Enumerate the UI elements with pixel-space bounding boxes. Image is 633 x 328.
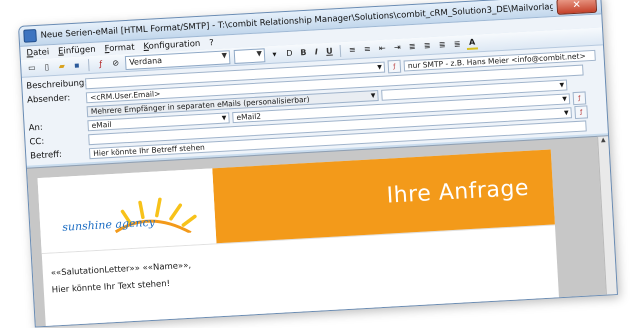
- menu-datei-rest: atei: [32, 46, 50, 58]
- scroll-up-icon[interactable]: ▲: [598, 136, 609, 147]
- menu-datei[interactable]: Datei: [26, 47, 49, 58]
- font-name-value: Verdana: [128, 56, 163, 67]
- indent-icon[interactable]: ⇥: [391, 42, 403, 54]
- toolbar-separator: [87, 58, 90, 71]
- bold-icon[interactable]: B: [299, 48, 308, 57]
- app-icon: [23, 28, 37, 43]
- chevron-down-icon: ▼: [370, 91, 376, 99]
- align-right-icon[interactable]: ≣: [436, 39, 448, 51]
- betreff-label: Betreff:: [30, 149, 63, 162]
- an-field-2-value: eMail2: [236, 111, 262, 122]
- font-size-combo[interactable]: ▼: [233, 47, 266, 64]
- chevron-down-icon: ▼: [377, 63, 383, 71]
- outdent-icon[interactable]: ⇤: [377, 42, 389, 54]
- chevron-down-icon: ▼: [256, 48, 263, 58]
- menu-format[interactable]: Format: [104, 42, 134, 54]
- bullet-list-icon[interactable]: ≡: [362, 43, 374, 55]
- field-insert-icon[interactable]: ƒ: [95, 58, 107, 70]
- align-left-icon[interactable]: ≣: [406, 41, 418, 53]
- align-justify-icon[interactable]: ≣: [451, 38, 463, 50]
- chevron-down-icon: ▼: [559, 81, 565, 89]
- html-editor[interactable]: sunshine agency Ihre Anfrage ««Salutatio…: [26, 135, 618, 328]
- headline: Ihre Anfrage: [386, 175, 530, 209]
- chevron-down-icon: ▼: [562, 94, 568, 103]
- chevron-down-icon: ▼: [563, 108, 569, 117]
- font-color-icon[interactable]: A: [466, 36, 479, 50]
- insert-field-button[interactable]: ƒ: [572, 90, 587, 105]
- menu-help[interactable]: ?: [209, 38, 214, 48]
- email-window: Neue Serien-eMail [HTML Format/SMTP] - T…: [18, 0, 618, 328]
- absender-label: Absender:: [26, 93, 71, 106]
- email-document: sunshine agency Ihre Anfrage ««Salutatio…: [37, 149, 560, 328]
- cc-label: CC:: [29, 136, 45, 148]
- an-field-1-value: eMail: [91, 119, 112, 130]
- an-label: An:: [28, 122, 44, 134]
- save-icon[interactable]: ▪: [71, 59, 83, 71]
- chevron-down-icon: ▼: [221, 50, 228, 60]
- paragraph-style-icon[interactable]: D: [284, 48, 296, 60]
- align-center-icon[interactable]: ≣: [421, 40, 433, 52]
- menu-format-rest: ormat: [108, 42, 135, 54]
- italic-icon[interactable]: I: [312, 47, 321, 56]
- close-button[interactable]: ✕: [556, 0, 598, 15]
- logo-area: sunshine agency: [37, 168, 217, 254]
- menu-einfuegen-rest: infügen: [63, 44, 96, 56]
- toolbar-separator: [339, 44, 342, 57]
- spacer-label: [28, 111, 84, 114]
- numbered-list-icon[interactable]: ≡: [347, 44, 359, 56]
- chevron-down-icon: ▼: [221, 114, 227, 122]
- menu-einfuegen[interactable]: Einfügen: [58, 44, 96, 56]
- attachment-icon[interactable]: ⊘: [110, 57, 122, 69]
- beschreibung-label: Beschreibung:: [26, 78, 88, 92]
- insert-field-button[interactable]: ƒ: [574, 104, 589, 119]
- new-icon[interactable]: ▭: [26, 62, 38, 74]
- underline-icon[interactable]: U: [325, 46, 334, 55]
- open-folder-icon[interactable]: ▰: [56, 60, 68, 72]
- vertical-scrollbar[interactable]: ▲: [597, 136, 618, 307]
- color-icon[interactable]: ▾: [269, 48, 281, 60]
- insert-field-button[interactable]: ƒ: [387, 59, 402, 73]
- blank-page-icon[interactable]: ▯: [41, 61, 53, 73]
